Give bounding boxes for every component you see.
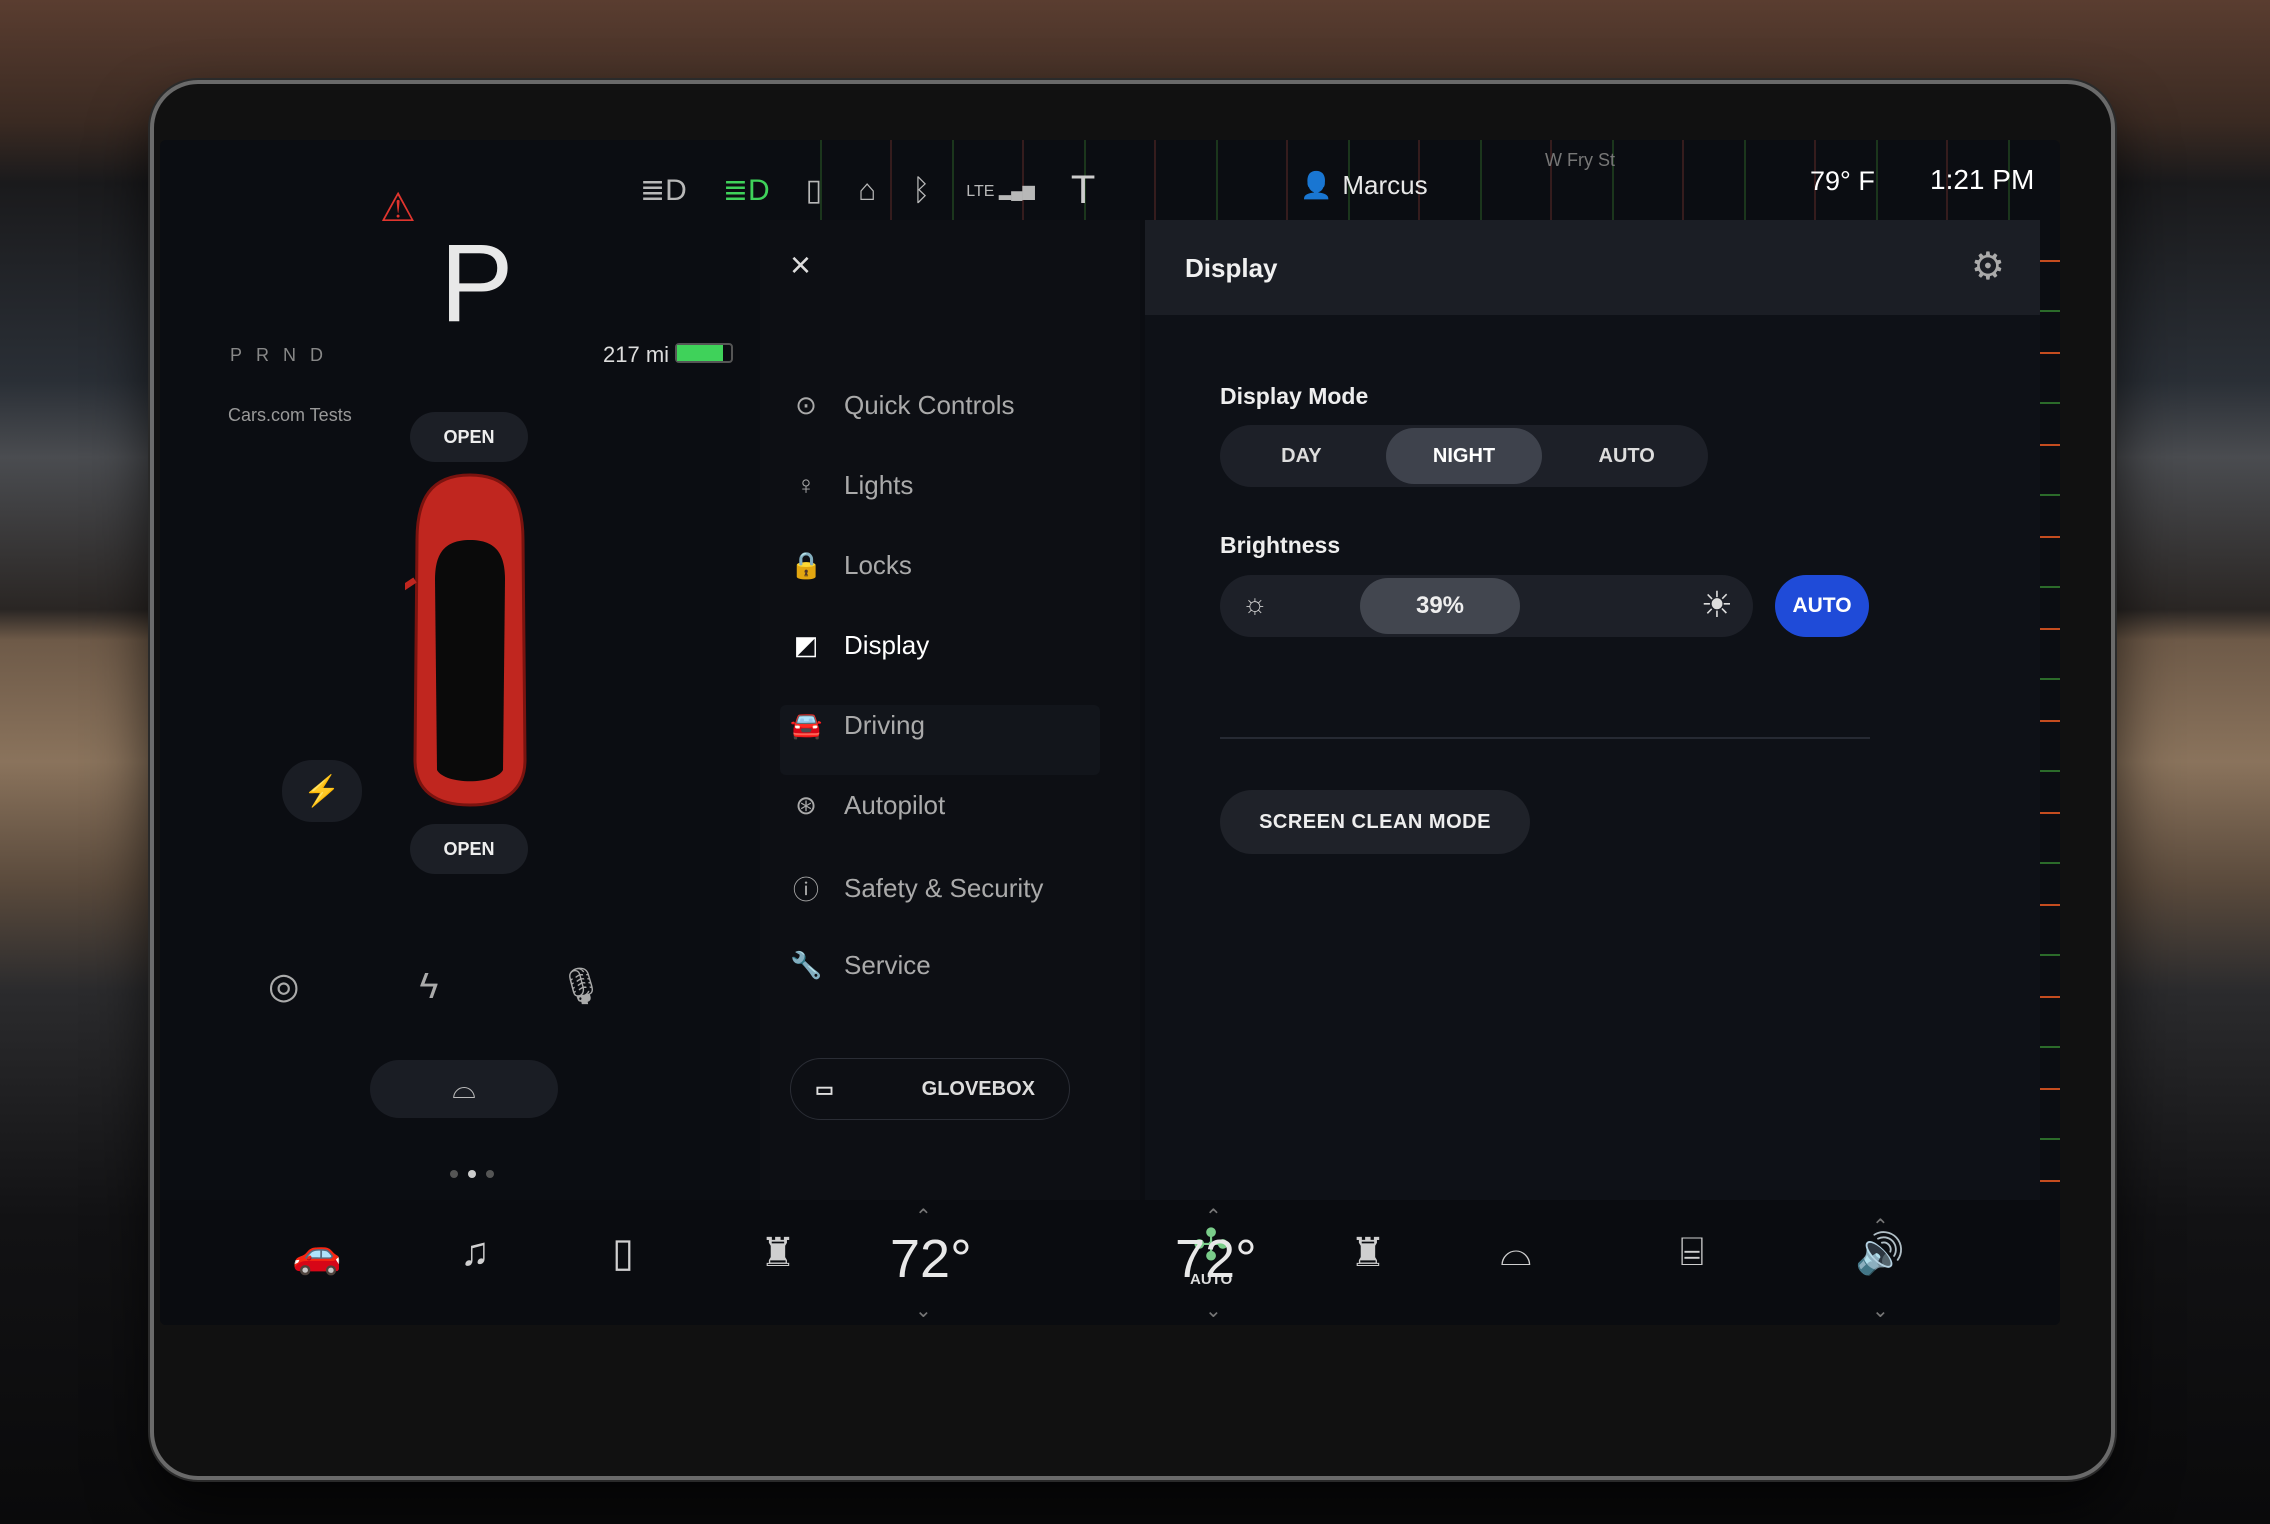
lock-icon: 🔒 [790, 550, 823, 580]
sun-large-icon: ☀ [1700, 584, 1733, 625]
microphone-icon[interactable]: 🎙 [558, 965, 604, 1007]
steering-wheel-icon: ⊛ [795, 790, 817, 820]
menu-item-driving[interactable]: 🚘 Driving [790, 710, 925, 741]
car-name: Cars.com Tests [228, 405, 352, 425]
lte-signal-icon: LTE ▂▄▆ [966, 182, 1035, 200]
brightness-thumb[interactable]: 39% [1360, 578, 1520, 634]
person-icon: 👤 [1300, 170, 1333, 200]
mode-auto-button[interactable]: AUTO [1548, 428, 1705, 484]
battery-icon [675, 343, 733, 363]
page-dot [450, 1170, 458, 1178]
menu-item-display[interactable]: ◩ Display [790, 630, 930, 661]
phone-icon[interactable]: ▯ [612, 1230, 634, 1276]
glovebox-button[interactable]: ▭ GLOVEBOX [790, 1058, 1070, 1120]
display-settings-panel: Display ⚙ Display Mode DAY NIGHT AUTO Br… [1145, 220, 2045, 1200]
chevron-down-icon[interactable]: ⌄ [915, 1298, 932, 1323]
seat-heater-icon[interactable]: ♜ [1350, 1230, 1386, 1276]
car-icon: 🚘 [790, 710, 823, 740]
car-top-view[interactable] [405, 470, 535, 810]
camera-icon[interactable]: ◎ [268, 965, 299, 1007]
seat-heater-icon[interactable]: ♜ [760, 1230, 796, 1276]
music-icon[interactable]: ♫ [460, 1230, 490, 1275]
bottom-bar: 🚗 ♫ ▯ ♜ ⌃ 72° ⌄ ✣ AUTO ⌃ 72° ⌄ ♜ ⌓ ⌸ ⌃ 🔊… [160, 1200, 2060, 1325]
page-dots [450, 1170, 494, 1178]
menu-item-label: Locks [844, 550, 912, 580]
prnd-selector: PRND [230, 345, 338, 365]
wiper-button[interactable]: ⌓ [370, 1060, 558, 1118]
volume-icon[interactable]: 🔊 [1855, 1230, 1905, 1277]
vehicle-panel: P PRND 217 mi Cars.com Tests OPEN OPEN ⚡… [160, 140, 750, 1200]
map-street-label: W Fry St [1545, 150, 1615, 170]
menu-item-lights[interactable]: ♀ Lights [790, 470, 913, 501]
passenger-temperature[interactable]: 72° [1175, 1228, 1257, 1290]
gear-indicator: P [440, 222, 514, 345]
rear-defrost-icon[interactable]: ⌓ [1500, 1230, 1532, 1275]
chevron-up-icon[interactable]: ⌃ [1205, 1204, 1222, 1229]
glovebox-icon: ▭ [815, 1078, 834, 1101]
display-icon: ◩ [793, 630, 819, 660]
brightness-auto-button[interactable]: AUTO [1775, 575, 1869, 637]
driver-temperature[interactable]: 72° [890, 1228, 972, 1290]
lightning-icon: ⚡ [303, 774, 341, 808]
page-dot [486, 1170, 494, 1178]
settings-menu: × ⊙ Quick Controls ♀ Lights 🔒 Locks ◩ Di… [760, 220, 1140, 1200]
wiper-icon: ⌓ [452, 1072, 476, 1105]
menu-item-label: Safety & Security [844, 873, 1044, 903]
home-icon[interactable]: ⌂ [858, 174, 876, 208]
lightning-icon[interactable]: ϟ [419, 965, 438, 1007]
map-edge[interactable] [2040, 220, 2060, 1200]
menu-item-safety-security[interactable]: ⓘ Safety & Security [790, 870, 1043, 907]
menu-item-label: Autopilot [844, 790, 946, 820]
gear-icon[interactable]: ⚙ [1971, 244, 2005, 289]
menu-item-label: Display [844, 630, 930, 660]
menu-item-label: Driving [844, 710, 925, 740]
outside-temperature: 79° F [1810, 166, 1875, 196]
display-mode-label: Display Mode [1220, 383, 1369, 409]
tesla-logo-icon[interactable]: T [1071, 168, 1095, 213]
door-icon: ▯ [805, 174, 823, 207]
open-frunk-button[interactable]: OPEN [410, 412, 528, 462]
display-mode-selector: DAY NIGHT AUTO [1220, 425, 1708, 487]
quick-actions: ◎ ϟ 🎙 [268, 965, 604, 1007]
menu-item-autopilot[interactable]: ⊛ Autopilot [790, 790, 945, 821]
brightness-label: Brightness [1220, 532, 1341, 558]
driver-name: Marcus [1342, 170, 1428, 200]
menu-item-label: Service [844, 950, 931, 980]
panel-title: Display [1185, 253, 1278, 283]
front-defrost-icon[interactable]: ⌸ [1680, 1230, 1704, 1275]
glovebox-label: GLOVEBOX [921, 1077, 1035, 1100]
clock: 1:21 PM [1930, 164, 2035, 195]
alert-icon: ⓘ [792, 875, 819, 905]
close-icon[interactable]: × [790, 244, 811, 286]
touchscreen: ⚠ ≣D ≣D ▯ ⌂ ᛒ LTE ▂▄▆ T W Fry St 👤 Marcu… [160, 140, 2060, 1325]
mode-day-button[interactable]: DAY [1223, 428, 1380, 484]
panel-header: Display ⚙ [1145, 220, 2045, 315]
bulb-icon: ♀ [796, 470, 816, 500]
brightness-slider[interactable]: ☼ 39% ☀ [1220, 575, 1753, 637]
range-readout: 217 mi [603, 342, 670, 367]
sun-small-icon: ☼ [1242, 588, 1268, 619]
battery-fill [677, 345, 723, 361]
driver-profile[interactable]: 👤 Marcus [1300, 170, 1428, 201]
chevron-down-icon[interactable]: ⌄ [1872, 1298, 1889, 1323]
menu-item-label: Quick Controls [844, 390, 1015, 420]
screen-clean-mode-button[interactable]: SCREEN CLEAN MODE [1220, 790, 1530, 854]
menu-item-locks[interactable]: 🔒 Locks [790, 550, 912, 581]
mode-night-button[interactable]: NIGHT [1385, 428, 1543, 484]
page-dot-active [468, 1170, 476, 1178]
menu-item-label: Lights [844, 470, 914, 500]
chevron-up-icon[interactable]: ⌃ [915, 1204, 932, 1229]
wrench-icon: 🔧 [790, 950, 823, 980]
open-trunk-button[interactable]: OPEN [410, 824, 528, 874]
menu-item-quick-controls[interactable]: ⊙ Quick Controls [790, 390, 1015, 421]
bluetooth-icon: ᛒ [912, 173, 931, 207]
car-icon[interactable]: 🚗 [292, 1230, 342, 1277]
charge-port-button[interactable]: ⚡ [282, 760, 362, 822]
divider [1220, 737, 1870, 739]
toggle-icon: ⊙ [795, 390, 817, 420]
menu-item-service[interactable]: 🔧 Service [790, 950, 931, 981]
chevron-down-icon[interactable]: ⌄ [1205, 1298, 1222, 1323]
